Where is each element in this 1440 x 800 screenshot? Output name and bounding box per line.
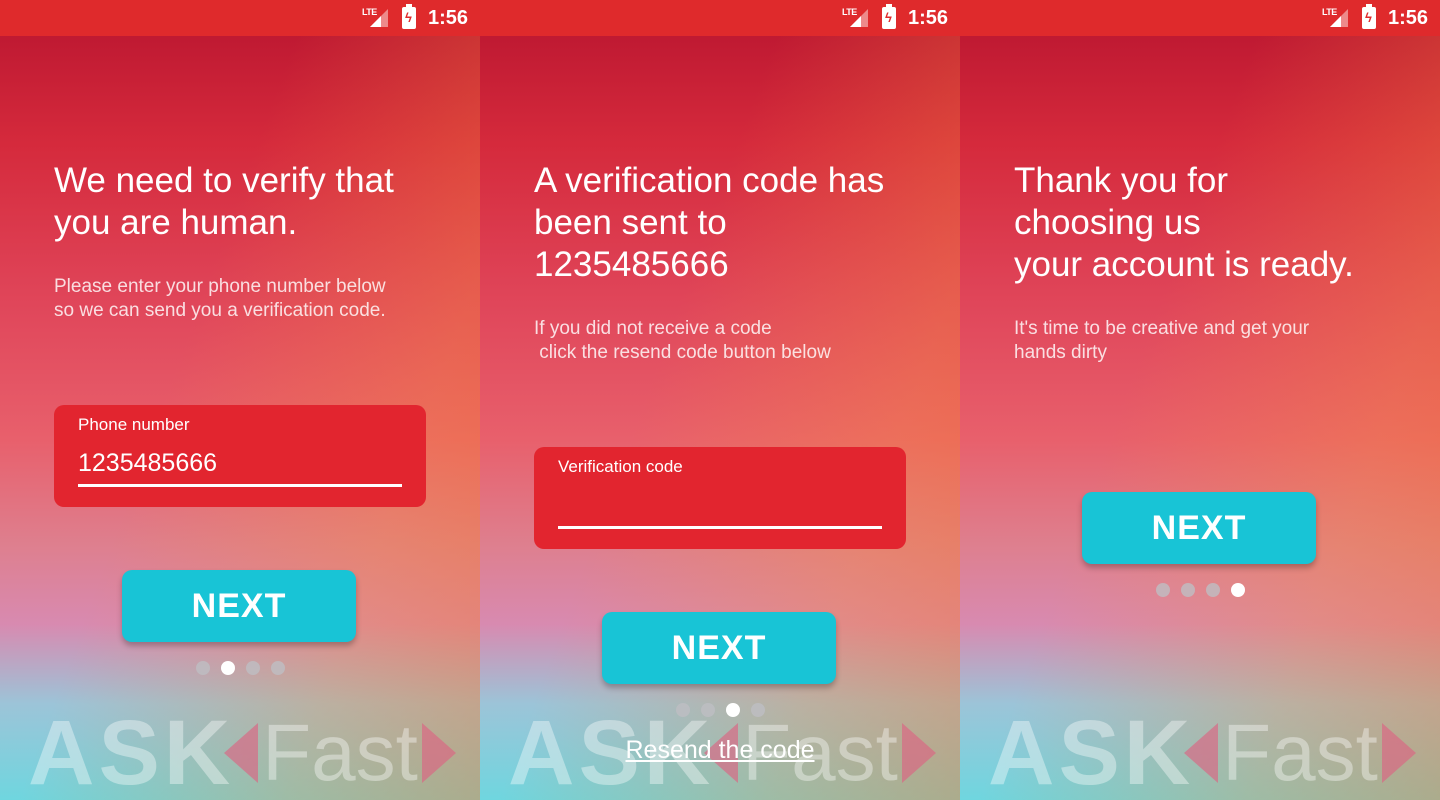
page-dot-4-active — [1231, 583, 1245, 597]
page-dot-2 — [701, 703, 715, 717]
verification-code-field: Verification code — [534, 447, 906, 549]
page-title: Thank you for choosing us your account i… — [1014, 161, 1354, 284]
verification-code-input[interactable] — [558, 485, 882, 529]
page-dot-1 — [676, 703, 690, 717]
page-dot-1 — [196, 661, 210, 675]
next-button[interactable]: NEXT — [122, 570, 356, 642]
page-dot-4 — [271, 661, 285, 675]
battery-charging-icon: ϟ — [881, 4, 896, 29]
page-dot-2 — [1181, 583, 1195, 597]
screen-account-ready: LTE ϟ 1:56 Thank you for choosing us you… — [960, 0, 1440, 800]
resend-code-link[interactable]: Resend the code — [480, 736, 960, 765]
page-dot-3-active — [726, 703, 740, 717]
chevron-right-icon — [421, 723, 456, 783]
page-dot-2-active — [221, 661, 235, 675]
verification-code-label: Verification code — [558, 457, 683, 476]
screen-enter-code: LTE ϟ 1:56 A verification code has been … — [480, 0, 960, 800]
next-button[interactable]: NEXT — [602, 612, 836, 684]
page-dot-3 — [246, 661, 260, 675]
phone-number-input[interactable] — [78, 443, 402, 487]
status-bar: LTE ϟ 1:56 — [960, 0, 1440, 36]
lte-signal-icon: LTE — [362, 7, 388, 29]
status-bar: LTE ϟ 1:56 — [0, 0, 480, 36]
page-dot-1 — [1156, 583, 1170, 597]
battery-charging-icon: ϟ — [401, 4, 416, 29]
page-dot-4 — [751, 703, 765, 717]
screen-verify-phone: LTE ϟ 1:56 We need to verify that you ar… — [0, 0, 480, 800]
page-title: We need to verify that you are human. — [54, 161, 394, 242]
next-button[interactable]: NEXT — [1082, 492, 1316, 564]
lte-signal-icon: LTE — [842, 7, 868, 29]
phone-number-field: Phone number — [54, 405, 426, 507]
page-title: A verification code has been sent to 123… — [534, 161, 885, 284]
status-time: 1:56 — [427, 6, 468, 29]
lte-signal-icon: LTE — [1322, 7, 1348, 29]
status-time: 1:56 — [1387, 6, 1428, 29]
page-indicator — [1156, 583, 1245, 597]
page-subtitle: Please enter your phone number below so … — [54, 276, 386, 321]
battery-charging-icon: ϟ — [1361, 4, 1376, 29]
status-bar: LTE ϟ 1:56 — [480, 0, 960, 36]
chevron-left-icon — [1184, 723, 1219, 783]
phone-number-label: Phone number — [78, 415, 190, 434]
chevron-left-icon — [224, 723, 259, 783]
page-indicator — [196, 661, 285, 675]
page-subtitle: If you did not receive a code click the … — [534, 318, 831, 363]
status-time: 1:56 — [907, 6, 948, 29]
page-dot-3 — [1206, 583, 1220, 597]
askfast-logo: ASK Fast — [988, 706, 1428, 800]
onboarding-screens: LTE ϟ 1:56 We need to verify that you ar… — [0, 0, 1440, 800]
askfast-logo: ASK Fast — [28, 706, 468, 800]
page-indicator — [676, 703, 765, 717]
page-subtitle: It's time to be creative and get your ha… — [1014, 318, 1310, 363]
chevron-right-icon — [1381, 723, 1416, 783]
